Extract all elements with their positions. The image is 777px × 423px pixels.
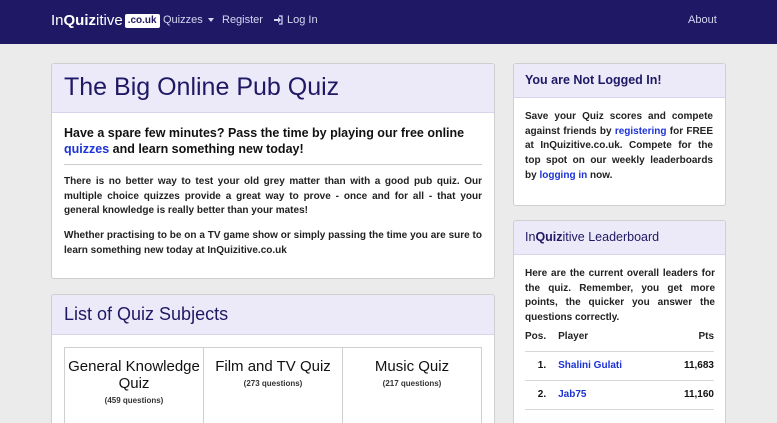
leaderboard-intro: Here are the current overall leaders for… bbox=[525, 268, 715, 324]
row-player: Shalini Gulati bbox=[558, 351, 665, 381]
row-pts: 11,683 bbox=[664, 351, 714, 381]
quiz-subjects-panel: List of Quiz Subjects General Knowledge … bbox=[51, 294, 495, 423]
subject-card-title: Music Quiz bbox=[374, 358, 450, 375]
lead-text-end: and learn something new today! bbox=[112, 142, 304, 156]
row-player: Jab75 bbox=[558, 380, 665, 410]
subject-card-title: Film and TV Quiz bbox=[215, 358, 331, 375]
not-logged-in-text: Save your Quiz scores and compete agains… bbox=[525, 110, 713, 184]
subject-card-count: (459 questions) bbox=[104, 396, 164, 405]
subject-card-title: General Knowledge Quiz bbox=[68, 358, 200, 392]
player-link[interactable]: Shalini Gulati bbox=[558, 360, 622, 371]
nav-quizzes-label: Quizzes bbox=[163, 14, 203, 26]
page-title: The Big Online Pub Quiz bbox=[64, 73, 340, 101]
nav-login-link[interactable]: Log In bbox=[273, 14, 318, 26]
nav-about-link[interactable]: About bbox=[688, 14, 717, 26]
caret-down-icon bbox=[207, 18, 214, 23]
leaderboard-title: InQuizitive Leaderboard bbox=[525, 227, 714, 247]
intro-panel-header: The Big Online Pub Quiz bbox=[52, 64, 494, 113]
intro-panel: The Big Online Pub Quiz Have a spare few… bbox=[51, 63, 495, 279]
quiz-subject-cards: General Knowledge Quiz (459 questions) F… bbox=[64, 347, 482, 423]
leaderboard-panel: InQuizitive Leaderboard Here are the cur… bbox=[513, 220, 726, 423]
subject-card-music[interactable]: Music Quiz (217 questions) bbox=[343, 348, 481, 423]
leaderboard-title-prefix: In bbox=[525, 230, 536, 244]
lead-text: Have a spare few minutes? Pass the time … bbox=[64, 125, 482, 157]
table-row: 1. Shalini Gulati 11,683 bbox=[525, 351, 714, 381]
nav-quizzes-dropdown[interactable]: Quizzes bbox=[163, 14, 214, 26]
subject-card-film-tv[interactable]: Film and TV Quiz (273 questions) bbox=[204, 348, 343, 423]
player-link[interactable]: Jab75 bbox=[558, 389, 586, 400]
nav-login-label: Log In bbox=[287, 14, 318, 26]
divider bbox=[64, 164, 482, 165]
row-pos: 2. bbox=[525, 380, 559, 410]
col-player: Player bbox=[558, 322, 665, 352]
sign-in-icon bbox=[274, 15, 283, 25]
leaderboard-header: InQuizitive Leaderboard bbox=[514, 221, 725, 255]
subject-card-general-knowledge[interactable]: General Knowledge Quiz (459 questions) bbox=[65, 348, 204, 423]
top-navbar: In Quiz itive .co.uk Quizzes Register Log … bbox=[0, 0, 777, 44]
not-logged-in-header: You are Not Logged In! bbox=[514, 64, 725, 98]
intro-paragraph-1: There is no better way to test your old … bbox=[64, 176, 482, 216]
leaderboard-header-row: Pos. Player Pts bbox=[525, 322, 714, 352]
quizzes-link[interactable]: quizzes bbox=[64, 142, 109, 156]
brand-prefix: In bbox=[51, 12, 64, 29]
logging-in-link[interactable]: logging in bbox=[539, 170, 587, 181]
not-logged-in-panel: You are Not Logged In! Save your Quiz sc… bbox=[513, 63, 726, 206]
row-pts: 11,160 bbox=[664, 380, 714, 410]
quiz-subjects-header: List of Quiz Subjects bbox=[52, 295, 494, 335]
leaderboard-title-quiz: Quiz bbox=[535, 230, 563, 244]
subject-card-count: (273 questions) bbox=[243, 379, 303, 388]
leaderboard-table: Pos. Player Pts 1. Shalini Gulati 11,683… bbox=[525, 322, 714, 410]
brand-quiz: Quiz bbox=[63, 12, 97, 29]
intro-paragraph-2: Whether practising to be on a TV game sh… bbox=[64, 230, 482, 256]
subject-card-count: (217 questions) bbox=[382, 379, 442, 388]
col-pts: Pts bbox=[664, 322, 714, 352]
brand-suffix: itive bbox=[96, 12, 123, 29]
leaderboard-title-suffix: itive Leaderboard bbox=[562, 230, 660, 244]
row-pos: 1. bbox=[525, 351, 559, 381]
not-logged-in-title: You are Not Logged In! bbox=[525, 73, 662, 87]
nav-register-link[interactable]: Register bbox=[222, 14, 263, 26]
login-text-part-3: now. bbox=[590, 169, 613, 181]
table-row: 2. Jab75 11,160 bbox=[525, 380, 714, 410]
quiz-subjects-title: List of Quiz Subjects bbox=[64, 304, 229, 324]
col-pos: Pos. bbox=[525, 322, 559, 352]
brand-domain-badge: .co.uk bbox=[124, 13, 160, 28]
registering-link[interactable]: registering bbox=[615, 126, 667, 137]
brand-logo[interactable]: In Quiz itive .co.uk bbox=[51, 12, 160, 29]
lead-text-start: Have a spare few minutes? Pass the time … bbox=[64, 126, 465, 140]
